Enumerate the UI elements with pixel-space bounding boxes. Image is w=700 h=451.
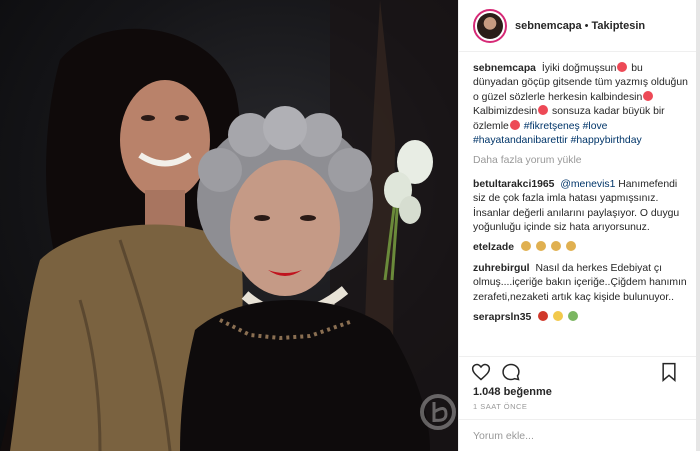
- comments-section: sebnemcapa İyiki doğmuşsun bu dünyadan g…: [459, 52, 700, 356]
- action-bar: [459, 356, 700, 386]
- smile-emoji-icon: [553, 311, 564, 322]
- follow-status[interactable]: Takiptesin: [592, 20, 646, 32]
- caption-text-1: İyiki doğmuşsun: [541, 63, 617, 74]
- clap-emoji-icon: [565, 241, 576, 252]
- load-more-comments[interactable]: Daha fazla yorum yükle: [473, 154, 688, 168]
- comment-item: etelzade: [473, 241, 688, 255]
- comment-username[interactable]: zuhrebirgul: [473, 263, 530, 274]
- post-timestamp: 1 SAAT ÖNCE: [473, 402, 528, 411]
- comment-username[interactable]: seraprsln35: [473, 312, 531, 323]
- scrollbar[interactable]: [696, 0, 700, 451]
- clap-emoji-icon: [550, 241, 561, 252]
- rose-emoji-icon: [538, 311, 549, 322]
- comment-item: zuhrebirgul Nasıl da herkes Edebiyat çı …: [473, 262, 688, 305]
- comment-item: seraprsln35: [473, 311, 688, 325]
- heart-emoji-icon: [538, 105, 549, 116]
- comment-username[interactable]: betultarakci1965: [473, 179, 554, 190]
- bouquet-emoji-icon: [568, 311, 579, 322]
- post-photo[interactable]: [0, 0, 458, 451]
- like-count[interactable]: 1.048 beğenme: [459, 386, 700, 398]
- heart-emoji-icon: [509, 119, 520, 130]
- separator-dot: •: [584, 19, 589, 32]
- comment-icon[interactable]: [501, 362, 521, 382]
- clap-emoji-icon: [535, 241, 546, 252]
- add-comment-input[interactable]: [473, 429, 686, 442]
- caption-text-3: Kalbimizdesin: [473, 106, 538, 118]
- avatar[interactable]: [473, 8, 507, 43]
- caption-username[interactable]: sebnemcapa: [473, 63, 536, 74]
- comment-item: betultarakci1965 @menevis1 Hanımefendi s…: [473, 178, 688, 236]
- add-comment-bar: [459, 419, 700, 451]
- instagram-post: sebnemcapa • Takiptesin sebnemcapa İyiki…: [0, 0, 700, 451]
- comment-username[interactable]: etelzade: [473, 242, 514, 253]
- post-sidebar: sebnemcapa • Takiptesin sebnemcapa İyiki…: [458, 0, 700, 451]
- bookmark-icon[interactable]: [660, 362, 678, 382]
- comment-mention[interactable]: @menevis1: [560, 179, 615, 190]
- heart-emoji-icon: [643, 90, 654, 101]
- heart-emoji-icon: [617, 62, 628, 72]
- header-username[interactable]: sebnemcapa: [515, 20, 582, 32]
- heart-icon[interactable]: [471, 362, 491, 382]
- caption: sebnemcapa İyiki doğmuşsun bu dünyadan g…: [473, 62, 688, 148]
- post-header: sebnemcapa • Takiptesin: [459, 0, 700, 52]
- photo-illustration: [0, 0, 458, 451]
- clap-emoji-icon: [520, 241, 531, 252]
